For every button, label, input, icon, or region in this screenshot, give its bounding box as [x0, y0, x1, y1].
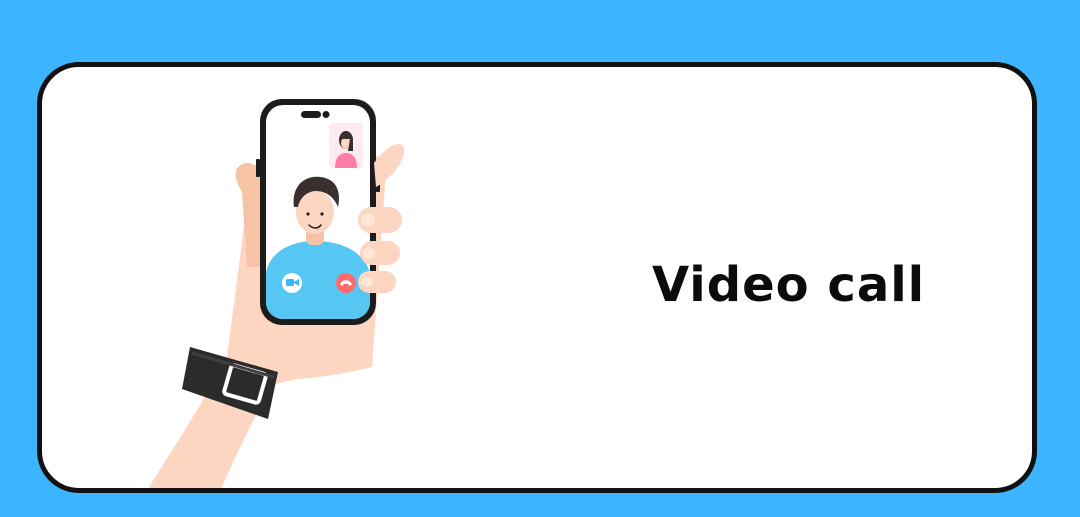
- video-toggle-button[interactable]: [282, 273, 302, 293]
- caller-thumbnail: [329, 123, 363, 168]
- end-call-button[interactable]: [336, 273, 356, 293]
- thumb: [235, 162, 264, 267]
- video-call-card[interactable]: Video call: [37, 62, 1037, 493]
- card-title: Video call: [652, 257, 926, 313]
